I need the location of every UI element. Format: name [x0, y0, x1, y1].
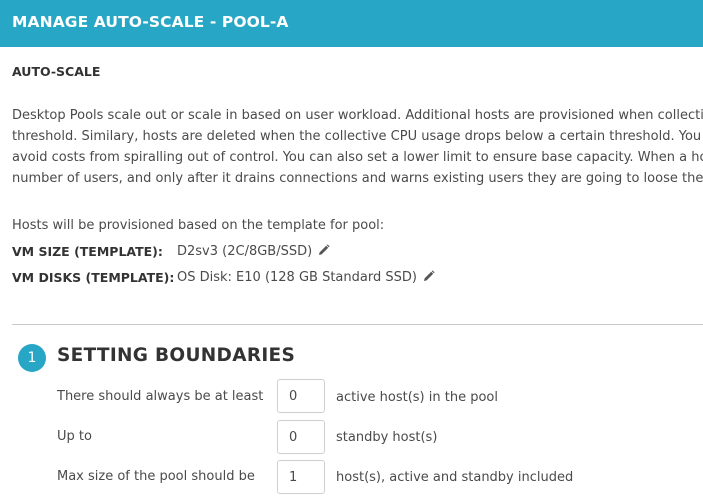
step-title: SETTING BOUNDARIES [57, 345, 296, 366]
vm-size-value-row: D2sv3 (2C/8GB/SSD) [177, 244, 330, 259]
pencil-icon[interactable] [318, 244, 330, 256]
standby-hosts-suffix: standby host(s) [336, 430, 438, 445]
description-line: number of users, and only after it drain… [12, 171, 703, 186]
template-intro: Hosts will be provisioned based on the t… [12, 218, 385, 233]
vm-disks-value: OS Disk: E10 (128 GB Standard SSD) [177, 270, 417, 285]
section-divider [12, 324, 703, 325]
description-line: avoid costs from spiralling out of contr… [12, 150, 703, 165]
vm-disks-value-row: OS Disk: E10 (128 GB Standard SSD) [177, 270, 435, 285]
min-active-hosts-suffix: active host(s) in the pool [336, 390, 498, 405]
standby-hosts-label: Up to [57, 429, 92, 444]
page-title: MANAGE AUTO-SCALE - POOL-A [12, 13, 289, 31]
vm-disks-label: VM DISKS (TEMPLATE): [12, 270, 175, 285]
vm-size-value: D2sv3 (2C/8GB/SSD) [177, 244, 313, 259]
vm-size-label: VM SIZE (TEMPLATE): [12, 244, 163, 259]
standby-hosts-input[interactable] [277, 420, 325, 454]
min-active-hosts-label: There should always be at least [57, 389, 264, 404]
page-header: MANAGE AUTO-SCALE - POOL-A [0, 0, 703, 47]
section-title: AUTO-SCALE [12, 64, 101, 79]
min-active-hosts-input[interactable] [277, 379, 325, 413]
pencil-icon[interactable] [423, 270, 435, 282]
max-pool-size-suffix: host(s), active and standby included [336, 470, 574, 485]
max-pool-size-label: Max size of the pool should be [57, 469, 255, 484]
description-line: threshold. Similary, hosts are deleted w… [12, 129, 702, 144]
step-number-badge: 1 [18, 344, 46, 372]
max-pool-size-input[interactable] [277, 460, 325, 494]
description-line: Desktop Pools scale out or scale in base… [12, 108, 703, 123]
